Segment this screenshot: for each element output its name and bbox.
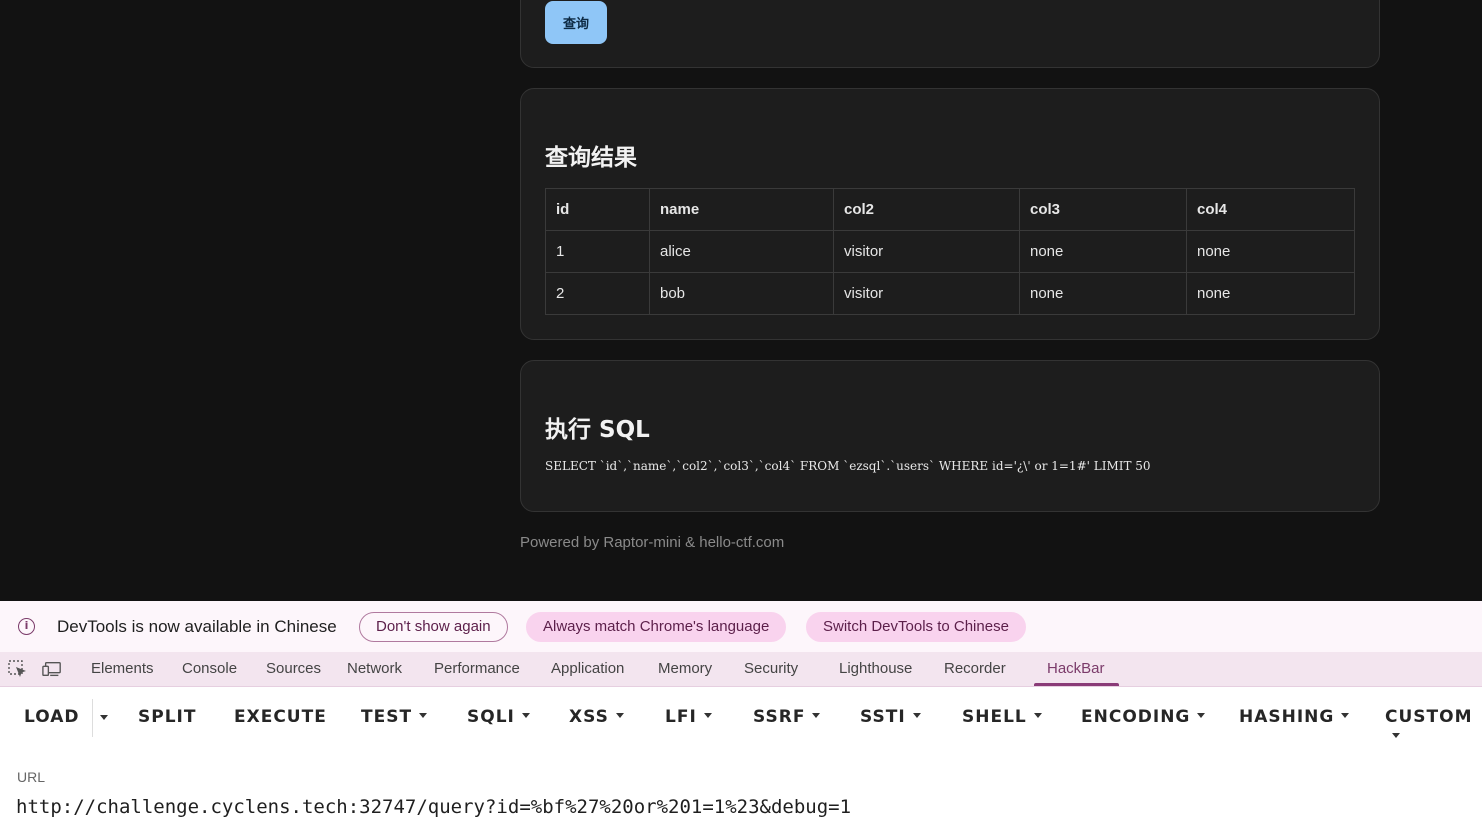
info-icon: i bbox=[18, 618, 35, 635]
tab-security[interactable]: Security bbox=[744, 660, 798, 677]
cell-col3: none bbox=[1019, 272, 1187, 315]
test-label: TEST bbox=[361, 707, 413, 727]
chevron-down-icon bbox=[1197, 712, 1206, 718]
hashing-label: HASHING bbox=[1239, 707, 1335, 727]
xss-label: XSS bbox=[569, 707, 609, 727]
column-header-col2: col2 bbox=[833, 188, 1020, 231]
sql-title: 执行 SQL bbox=[545, 417, 650, 443]
shell-label: SHELL bbox=[962, 707, 1027, 727]
chevron-down-icon[interactable] bbox=[100, 715, 108, 720]
devtools-tabbar: Elements Console Sources Network Perform… bbox=[0, 652, 1482, 687]
ssrf-menu[interactable]: SSRF bbox=[753, 707, 821, 727]
cell-col4: none bbox=[1186, 230, 1355, 273]
active-tab-indicator bbox=[1034, 683, 1119, 686]
tab-sources[interactable]: Sources bbox=[266, 660, 321, 677]
chevron-down-icon bbox=[1392, 732, 1400, 738]
url-label: URL bbox=[17, 769, 46, 785]
tab-application[interactable]: Application bbox=[551, 660, 624, 677]
tab-console[interactable]: Console bbox=[182, 660, 237, 677]
table-row: 2 bob visitor none none bbox=[545, 272, 1355, 315]
cell-col4: none bbox=[1186, 272, 1355, 315]
cell-id: 2 bbox=[545, 272, 650, 315]
web-page: 查询 查询结果 id name col2 col3 col4 1 alice v… bbox=[0, 0, 1482, 601]
dont-show-again-button[interactable]: Don't show again bbox=[359, 612, 508, 642]
cell-name: bob bbox=[649, 272, 834, 315]
tab-hackbar[interactable]: HackBar bbox=[1047, 660, 1105, 677]
ssti-menu[interactable]: SSTI bbox=[860, 707, 921, 727]
sqli-label: SQLI bbox=[467, 707, 515, 727]
custom-menu[interactable]: CUSTOM bbox=[1385, 707, 1482, 747]
encoding-menu[interactable]: ENCODING bbox=[1081, 707, 1206, 727]
chevron-down-icon bbox=[1033, 712, 1042, 718]
infobar-message: DevTools is now available in Chinese bbox=[57, 617, 337, 636]
chevron-down-icon bbox=[615, 712, 624, 718]
cell-col2: visitor bbox=[833, 230, 1020, 273]
column-header-id: id bbox=[545, 188, 650, 231]
tab-elements[interactable]: Elements bbox=[91, 660, 154, 677]
custom-label: CUSTOM bbox=[1385, 707, 1473, 727]
chevron-down-icon bbox=[812, 712, 821, 718]
execute-button[interactable]: EXECUTE bbox=[234, 707, 327, 727]
chevron-down-icon bbox=[521, 712, 530, 718]
device-toolbar-icon[interactable] bbox=[42, 660, 62, 678]
inspect-element-icon[interactable] bbox=[8, 660, 28, 678]
chevron-down-icon bbox=[912, 712, 921, 718]
sql-card: 执行 SQL SELECT `id`,`name`,`col2`,`col3`,… bbox=[520, 360, 1380, 512]
hackbar-toolbar: LOAD SPLIT EXECUTE TEST SQLI XSS LFI SSR… bbox=[0, 687, 1482, 747]
url-input[interactable] bbox=[16, 794, 1466, 820]
tab-performance[interactable]: Performance bbox=[434, 660, 520, 677]
lfi-label: LFI bbox=[665, 707, 697, 727]
cell-name: alice bbox=[649, 230, 834, 273]
results-card: 查询结果 id name col2 col3 col4 1 alice visi… bbox=[520, 88, 1380, 340]
table-row: 1 alice visitor none none bbox=[545, 230, 1355, 273]
lfi-menu[interactable]: LFI bbox=[665, 707, 712, 727]
switch-to-chinese-button[interactable]: Switch DevTools to Chinese bbox=[806, 612, 1026, 642]
ssti-label: SSTI bbox=[860, 707, 906, 727]
cell-col2: visitor bbox=[833, 272, 1020, 315]
tab-memory[interactable]: Memory bbox=[658, 660, 712, 677]
load-button[interactable]: LOAD bbox=[24, 707, 80, 727]
results-table: id name col2 col3 col4 1 alice visitor n… bbox=[545, 188, 1355, 315]
tab-recorder[interactable]: Recorder bbox=[944, 660, 1006, 677]
sql-statement: SELECT `id`,`name`,`col2`,`col3`,`col4` … bbox=[545, 459, 1151, 473]
chevron-down-icon bbox=[1341, 712, 1350, 718]
sqli-menu[interactable]: SQLI bbox=[467, 707, 530, 727]
always-match-language-button[interactable]: Always match Chrome's language bbox=[526, 612, 787, 642]
query-form-card: 查询 bbox=[520, 0, 1380, 68]
table-header-row: id name col2 col3 col4 bbox=[545, 188, 1355, 231]
toolbar-divider bbox=[92, 699, 93, 737]
tab-network[interactable]: Network bbox=[347, 660, 402, 677]
devtools-panel: i DevTools is now available in Chinese D… bbox=[0, 601, 1482, 821]
column-header-col3: col3 bbox=[1019, 188, 1187, 231]
chevron-down-icon bbox=[419, 712, 428, 718]
split-button[interactable]: SPLIT bbox=[138, 707, 196, 727]
ssrf-label: SSRF bbox=[753, 707, 806, 727]
test-menu[interactable]: TEST bbox=[361, 707, 428, 727]
shell-menu[interactable]: SHELL bbox=[962, 707, 1042, 727]
chevron-down-icon bbox=[703, 712, 712, 718]
encoding-label: ENCODING bbox=[1081, 707, 1191, 727]
language-infobar: i DevTools is now available in Chinese D… bbox=[0, 601, 1482, 652]
results-title: 查询结果 bbox=[545, 145, 637, 171]
cell-col3: none bbox=[1019, 230, 1187, 273]
column-header-name: name bbox=[649, 188, 834, 231]
query-button[interactable]: 查询 bbox=[545, 1, 607, 44]
column-header-col4: col4 bbox=[1186, 188, 1355, 231]
cell-id: 1 bbox=[545, 230, 650, 273]
hashing-menu[interactable]: HASHING bbox=[1239, 707, 1350, 727]
xss-menu[interactable]: XSS bbox=[569, 707, 624, 727]
tab-lighthouse[interactable]: Lighthouse bbox=[839, 660, 912, 677]
page-footer: Powered by Raptor-mini & hello-ctf.com bbox=[520, 534, 785, 551]
